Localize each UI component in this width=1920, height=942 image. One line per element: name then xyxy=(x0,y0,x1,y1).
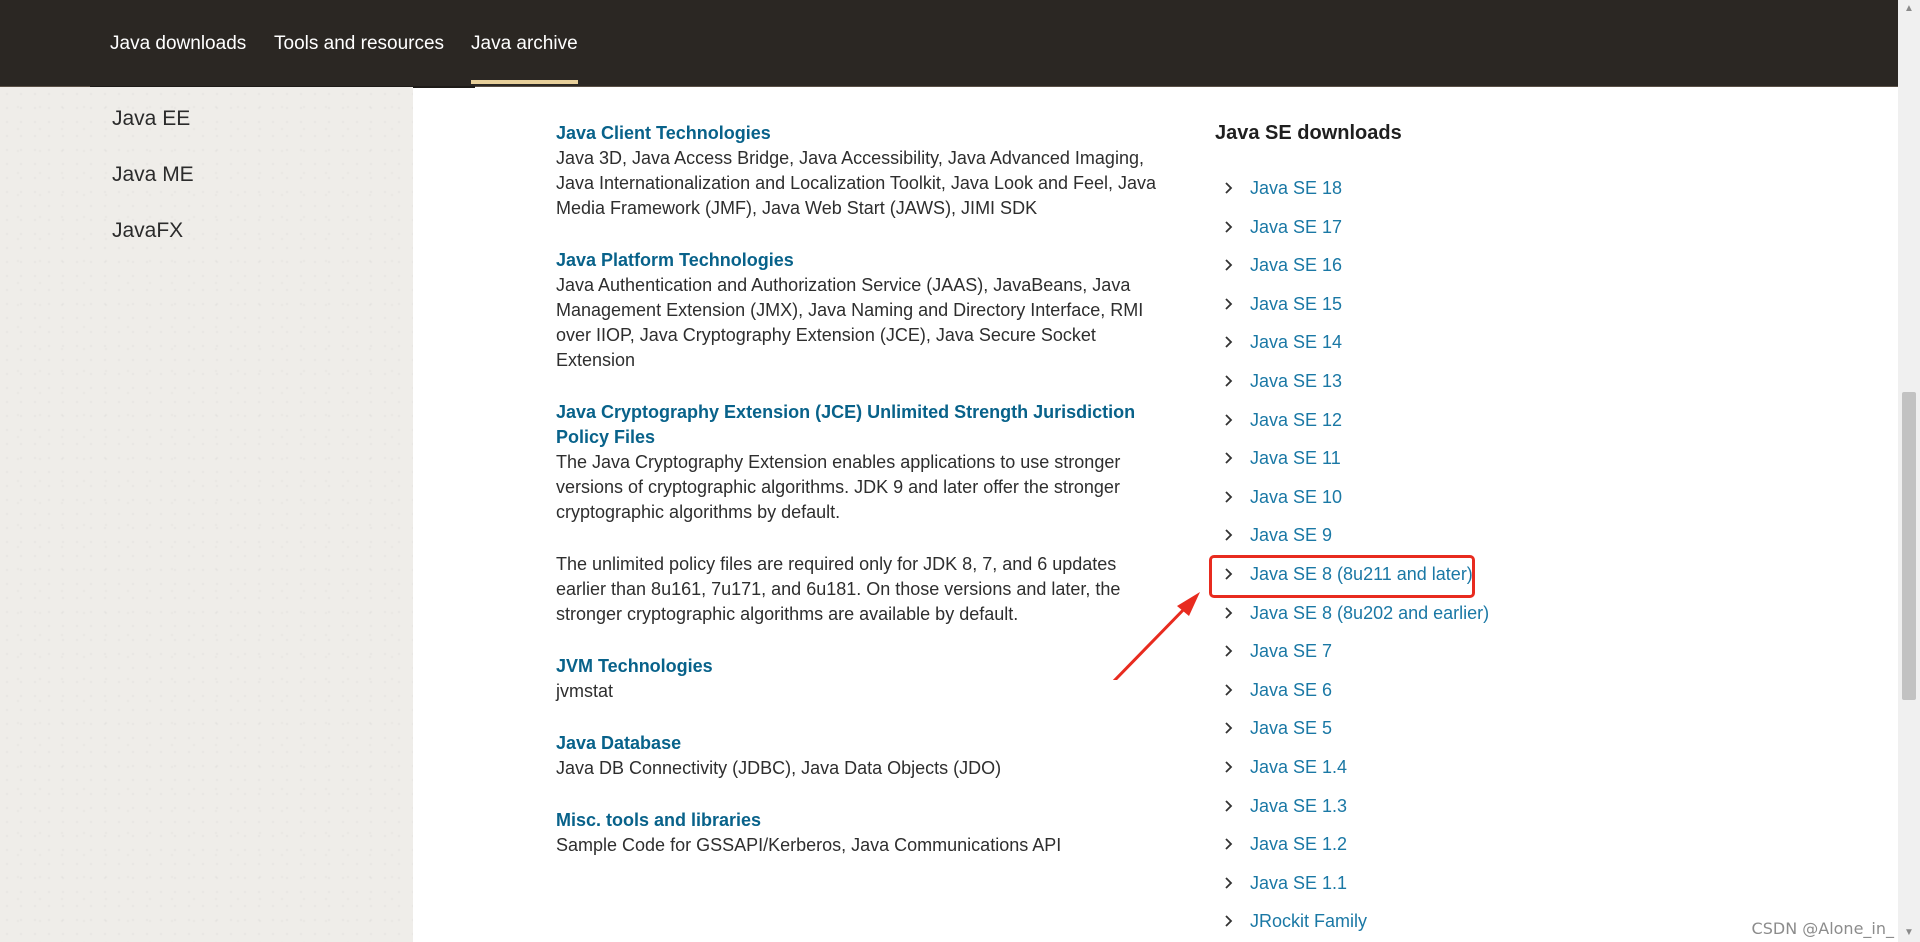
section-description: jvmstat xyxy=(556,679,1166,704)
section-java-database: Java Database Java DB Connectivity (JDBC… xyxy=(556,731,1166,781)
chevron-right-icon xyxy=(1225,800,1233,812)
chevron-right-icon xyxy=(1225,336,1233,348)
section-title[interactable]: Java Cryptography Extension (JCE) Unlimi… xyxy=(556,400,1166,450)
chevron-right-icon xyxy=(1225,375,1233,387)
desc-line: versions of cryptographic algorithms. JD… xyxy=(556,477,1120,497)
download-link-label: Java SE 1.3 xyxy=(1250,796,1348,816)
tab-tools-and-resources[interactable]: Tools and resources xyxy=(274,33,444,55)
chevron-right-icon xyxy=(1225,877,1233,889)
scrollbar-thumb[interactable] xyxy=(1902,392,1916,700)
download-link-label: JRockit Family xyxy=(1250,911,1368,931)
desc-line: Java DB Connectivity (JDBC), Java Data O… xyxy=(556,758,1002,778)
chevron-right-icon xyxy=(1225,182,1233,194)
desc-line: Sample Code for GSSAPI/Kerberos, Java Co… xyxy=(556,835,1062,855)
desc-line: stronger cryptographic algorithms are av… xyxy=(556,604,1019,624)
desc-line: Java 3D, Java Access Bridge, Java Access… xyxy=(556,148,1144,168)
section-misc-tools: Misc. tools and libraries Sample Code fo… xyxy=(556,808,1166,858)
download-link-label: Java SE 5 xyxy=(1250,718,1333,738)
download-link-label: Java SE 1.2 xyxy=(1250,834,1348,854)
section-jvm-technologies: JVM Technologies jvmstat xyxy=(556,654,1166,704)
section-title[interactable]: Misc. tools and libraries xyxy=(556,808,1166,833)
desc-line: cryptographic algorithms by default. xyxy=(556,502,841,522)
download-link-label: Java SE 12 xyxy=(1250,410,1343,430)
chevron-right-icon xyxy=(1225,761,1233,773)
chevron-right-icon xyxy=(1225,838,1233,850)
sidebar-item-java-me[interactable]: Java ME xyxy=(112,163,194,187)
desc-line: The Java Cryptography Extension enables … xyxy=(556,452,1121,472)
section-java-platform-technologies: Java Platform Technologies Java Authenti… xyxy=(556,248,1166,373)
highlight-box xyxy=(1209,555,1475,598)
desc-line: Extension xyxy=(556,350,636,370)
section-description: The Java Cryptography Extension enables … xyxy=(556,450,1166,525)
tab-java-downloads[interactable]: Java downloads xyxy=(110,33,246,55)
section-description: Sample Code for GSSAPI/Kerberos, Java Co… xyxy=(556,833,1166,858)
download-link-label: Java SE 10 xyxy=(1250,487,1343,507)
title-line: Policy Files xyxy=(556,427,656,447)
desc-line: over IIOP, Java Cryptography Extension (… xyxy=(556,325,1096,345)
desc-line: earlier than 8u161, 7u171, and 6u181. On… xyxy=(556,579,1121,599)
sidebar-item-java-ee[interactable]: Java EE xyxy=(112,107,190,131)
section-jce-unlimited-strength: Java Cryptography Extension (JCE) Unlimi… xyxy=(556,400,1166,627)
download-link-label: Java SE 16 xyxy=(1250,255,1343,275)
desc-line: Management Extension (JMX), Java Naming … xyxy=(556,300,1144,320)
desc-line: Java Internationalization and Localizati… xyxy=(556,173,1157,193)
section-title[interactable]: Java Client Technologies xyxy=(556,121,1166,146)
chevron-right-icon xyxy=(1225,221,1233,233)
chevron-right-icon xyxy=(1225,529,1233,541)
chevron-right-icon xyxy=(1225,259,1233,271)
download-link-label: Java SE 1.4 xyxy=(1250,757,1348,777)
chevron-right-icon xyxy=(1225,684,1233,696)
download-link-label: Java SE 18 xyxy=(1250,178,1343,198)
section-description-2: The unlimited policy files are required … xyxy=(556,552,1166,627)
download-link-label: Java SE 17 xyxy=(1250,217,1343,237)
vertical-scrollbar[interactable]: ▲ ▼ xyxy=(1898,0,1920,942)
section-description: Java 3D, Java Access Bridge, Java Access… xyxy=(556,146,1166,221)
download-link-label: Java SE 15 xyxy=(1250,294,1343,314)
desc-line: Media Framework (JMF), Java Web Start (J… xyxy=(556,198,1038,218)
chevron-right-icon xyxy=(1225,607,1233,619)
desc-line: jvmstat xyxy=(556,681,614,701)
section-description: Java Authentication and Authorization Se… xyxy=(556,273,1166,373)
chevron-right-icon xyxy=(1225,915,1233,927)
download-link-label: Java SE 1.1 xyxy=(1250,873,1348,893)
sidebar: Java EE Java ME JavaFX xyxy=(0,87,413,942)
section-description: Java DB Connectivity (JDBC), Java Data O… xyxy=(556,756,1166,781)
top-navigation: Java downloads Tools and resources Java … xyxy=(0,0,1898,87)
scroll-up-arrow-icon[interactable]: ▲ xyxy=(1898,0,1920,18)
section-title[interactable]: JVM Technologies xyxy=(556,654,1166,679)
section-java-client-technologies: Java Client Technologies Java 3D, Java A… xyxy=(556,121,1166,221)
chevron-right-icon xyxy=(1225,645,1233,657)
section-title[interactable]: Java Database xyxy=(556,731,1166,756)
desc-line: Java Authentication and Authorization Se… xyxy=(556,275,1131,295)
chevron-right-icon xyxy=(1225,452,1233,464)
java-se-downloads-heading: Java SE downloads xyxy=(1215,122,1402,144)
chevron-right-icon xyxy=(1225,491,1233,503)
chevron-right-icon xyxy=(1225,414,1233,426)
download-link-label: Java SE 9 xyxy=(1250,525,1333,545)
section-title[interactable]: Java Platform Technologies xyxy=(556,248,1166,273)
download-link-label: Java SE 7 xyxy=(1250,641,1333,661)
title-line: Java Cryptography Extension (JCE) Unlimi… xyxy=(556,402,1136,422)
watermark: CSDN @Alone_in_ xyxy=(1751,919,1894,938)
red-arrow-icon xyxy=(1112,592,1200,680)
download-link-label: Java SE 13 xyxy=(1250,371,1343,391)
download-link-label: Java SE 11 xyxy=(1250,448,1341,468)
chevron-right-icon xyxy=(1225,722,1233,734)
download-link-label: Java SE 8 (8u202 and earlier) xyxy=(1250,603,1490,623)
tab-java-archive[interactable]: Java archive xyxy=(471,33,578,84)
chevron-right-icon xyxy=(1225,298,1233,310)
scroll-down-arrow-icon[interactable]: ▼ xyxy=(1898,924,1920,942)
download-link-label: Java SE 14 xyxy=(1250,332,1343,352)
download-link-label: Java SE 6 xyxy=(1250,680,1333,700)
sidebar-item-javafx[interactable]: JavaFX xyxy=(112,219,183,243)
desc-line: The unlimited policy files are required … xyxy=(556,554,1117,574)
